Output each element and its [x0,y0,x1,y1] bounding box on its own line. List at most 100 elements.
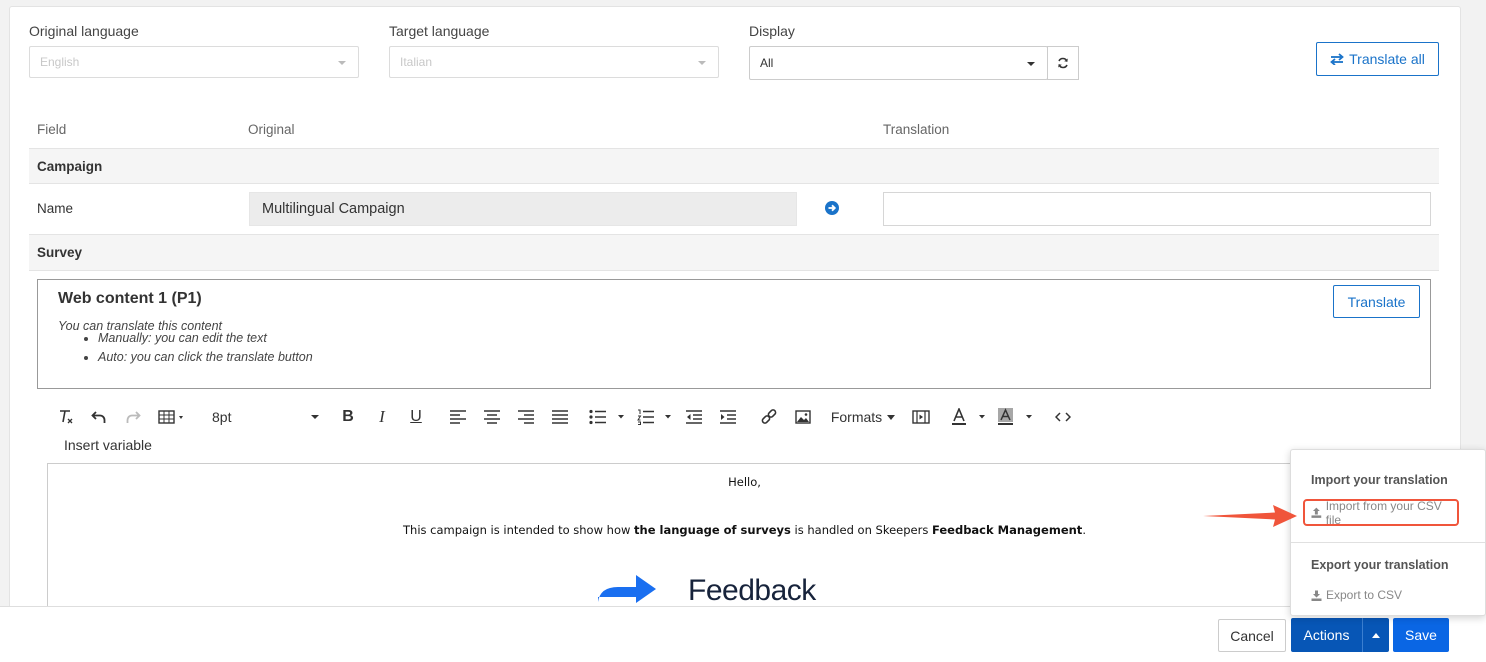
import-csv-item[interactable]: Import from your CSV file [1303,498,1459,527]
translate-button[interactable]: Translate [1333,285,1420,318]
link-button[interactable] [760,405,778,429]
align-right-icon [518,410,534,424]
chevron-down-icon [698,61,706,65]
rich-text-editor[interactable]: Hello, This campaign is intended to show… [47,463,1442,623]
body-text-part: . [1082,523,1086,537]
import-csv-label: Import from your CSV file [1325,498,1442,527]
display-label: Display [749,23,795,39]
align-left-button[interactable] [449,405,467,429]
display-value: All [760,56,774,70]
chevron-down-icon [338,61,346,65]
formats-label: Formats [830,409,883,425]
font-size-value: 8pt [212,409,232,425]
bullet-list-button[interactable] [589,405,629,429]
italic-button[interactable]: I [374,405,390,429]
actions-button[interactable]: Actions [1291,618,1362,652]
download-icon [1311,590,1322,601]
body-text-part: is handled on Skeepers [790,523,932,537]
column-header-field: Field [37,122,67,137]
name-translation-input[interactable] [883,192,1431,226]
redo-icon [126,411,141,423]
import-section-header: Import your translation [1311,473,1448,487]
media-button[interactable] [912,405,930,429]
footer-bar: Cancel Actions Save [0,606,1486,662]
cancel-button[interactable]: Cancel [1218,619,1286,652]
upload-icon [1311,507,1322,518]
web-content-box: Web content 1 (P1) You can translate thi… [37,279,1431,389]
actions-dropdown-menu: Import your translation Import from your… [1290,449,1486,616]
refresh-icon [1058,57,1068,69]
outdent-icon [686,410,702,424]
web-content-bullet: Manually: you can edit the text [98,329,313,348]
web-content-bullet: Auto: you can click the translate button [98,348,313,367]
export-csv-label: Export to CSV [1326,588,1403,602]
text-color-icon [952,408,985,425]
column-header-original: Original [248,122,295,137]
align-justify-button[interactable] [551,405,569,429]
align-left-icon [450,410,466,424]
underline-button[interactable]: U [408,405,424,429]
translate-label: Translate [1347,293,1406,310]
clear-formatting-button[interactable] [56,405,76,429]
section-survey: Survey [29,234,1439,271]
translate-all-button[interactable]: Translate all [1316,42,1439,76]
align-center-icon [484,410,500,424]
name-field-label: Name [37,201,74,216]
source-code-button[interactable] [1054,405,1072,429]
insert-variable-menu[interactable]: Insert variable [64,437,152,453]
translate-all-label: Translate all [1349,51,1425,67]
feedback-logo-arrow-icon [598,572,658,606]
original-language-label: Original language [29,23,139,39]
redo-button[interactable] [123,405,143,429]
export-csv-item[interactable]: Export to CSV [1311,588,1402,602]
bold-button[interactable]: B [340,405,356,429]
chevron-down-icon [1027,62,1035,66]
background-color-button[interactable] [996,405,1036,429]
formats-menu[interactable]: Formats [829,405,897,429]
section-campaign: Campaign [29,148,1439,184]
align-center-button[interactable] [483,405,501,429]
refresh-button[interactable] [1047,46,1079,80]
menu-divider [1291,542,1485,543]
align-justify-icon [552,410,568,424]
feedback-logo-text: Feedback [688,574,816,607]
chevron-down-icon [887,414,896,420]
indent-icon [720,410,736,424]
outdent-button[interactable] [685,405,703,429]
copy-to-translation-button[interactable] [825,201,839,215]
numbered-list-button[interactable] [637,405,677,429]
align-right-button[interactable] [517,405,535,429]
column-header-translation: Translation [883,122,950,137]
target-language-select[interactable]: Italian [389,46,719,78]
arrow-circle-right-icon [825,201,839,215]
background-color-icon [998,408,1032,425]
bullet-list-icon [589,409,624,425]
body-text-part: This campaign is intended to show how [403,523,635,537]
editor-greeting: Hello, [728,475,761,489]
clear-formatting-icon [60,410,73,424]
image-button[interactable] [794,405,812,429]
image-icon [795,410,811,424]
text-color-button[interactable] [950,405,990,429]
display-select[interactable]: All [749,46,1048,80]
font-size-select[interactable]: 8pt [212,405,320,429]
source-code-icon [1055,412,1071,422]
original-language-value: English [40,55,80,69]
numbered-list-icon [637,409,671,425]
undo-button[interactable] [89,405,109,429]
caret-up-icon [1372,632,1380,638]
link-icon [761,409,777,424]
original-language-select[interactable]: English [29,46,359,78]
indent-button[interactable] [719,405,737,429]
annotation-arrow-icon [1203,503,1298,529]
exchange-icon [1330,53,1345,65]
undo-icon [91,411,106,423]
table-button[interactable] [158,405,188,429]
name-original-value: Multilingual Campaign [249,192,797,226]
export-section-header: Export your translation [1311,558,1449,572]
target-language-value: Italian [400,55,433,69]
actions-toggle-button[interactable] [1362,618,1389,652]
media-icon [912,410,930,424]
save-button[interactable]: Save [1393,618,1449,652]
web-content-title: Web content 1 (P1) [58,290,202,307]
